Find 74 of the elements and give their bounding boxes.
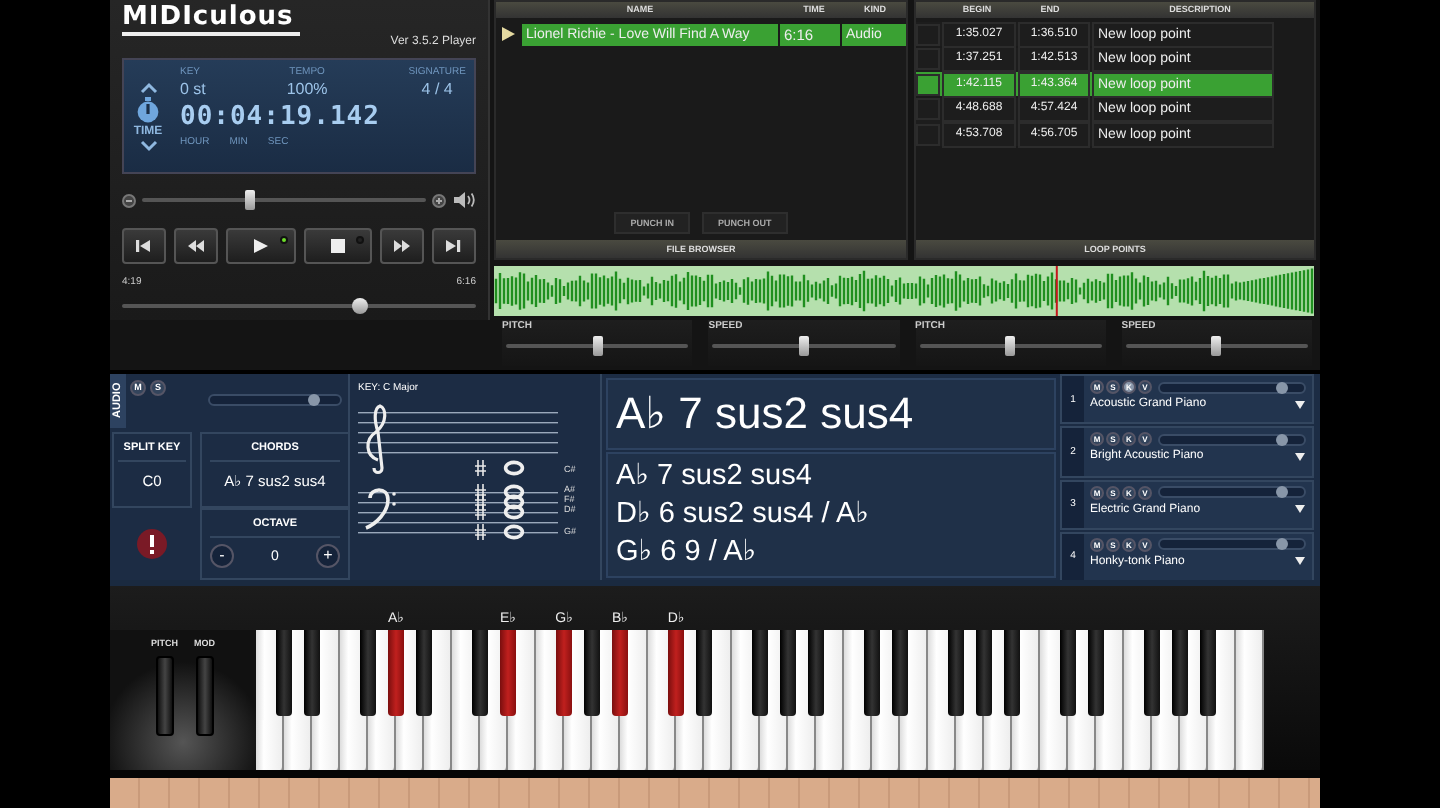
piano-key[interactable]: [1171, 630, 1189, 717]
piano-key[interactable]: [471, 630, 489, 717]
piano-key[interactable]: [891, 630, 909, 717]
rewind-icon: [186, 238, 207, 254]
app-logo: MIDIculous: [122, 4, 300, 36]
slider-thumb[interactable]: [592, 336, 603, 356]
play-button[interactable]: [226, 228, 295, 264]
track-slider[interactable]: [1158, 381, 1306, 393]
piano-key[interactable]: [807, 630, 825, 717]
chord-name: A♭ 7 sus2 sus4: [606, 378, 1056, 450]
piano-key[interactable]: [975, 630, 993, 717]
piano-key[interactable]: [499, 630, 517, 717]
piano-key[interactable]: [1143, 630, 1161, 717]
caret-icon: [1294, 556, 1306, 567]
minus-circle-icon: [122, 193, 136, 207]
piano-key[interactable]: [947, 630, 965, 717]
piano-key[interactable]: [275, 630, 293, 717]
audio-slider[interactable]: [208, 394, 342, 406]
increase-button[interactable]: +: [316, 544, 340, 568]
time-readout: 00:04:19.142: [180, 100, 382, 136]
slider-thumb[interactable]: [1005, 336, 1016, 356]
piano-key[interactable]: [1059, 630, 1077, 717]
slider-thumb[interactable]: [798, 336, 809, 356]
triangle-icon: [500, 26, 516, 42]
slider-thumb[interactable]: [351, 298, 368, 314]
track-slider[interactable]: [1158, 538, 1306, 551]
chord-alternative[interactable]: A♭ 7 sus2 sus4: [616, 458, 1046, 496]
rewind-button[interactable]: [174, 228, 219, 264]
piano-key[interactable]: [863, 630, 881, 717]
piano-key[interactable]: [667, 630, 685, 717]
piano-key[interactable]: [751, 630, 769, 717]
slider-thumb[interactable]: [308, 394, 320, 406]
slider-thumb[interactable]: [244, 190, 255, 210]
piano-key[interactable]: [359, 630, 377, 717]
skip-forward-button[interactable]: [431, 228, 476, 264]
play-icon: [250, 238, 271, 254]
plus-circle-icon: [432, 193, 446, 207]
dial-icon: [136, 95, 160, 123]
track-slider[interactable]: [1158, 486, 1306, 498]
slider-thumb[interactable]: [1276, 486, 1289, 498]
chord-alternative[interactable]: D♭ 6 sus2 sus4 / A♭: [616, 496, 1046, 534]
piano-key[interactable]: [387, 630, 405, 717]
stop-button[interactable]: [303, 228, 372, 264]
skip-forward-icon: [443, 238, 464, 254]
chord-alternative[interactable]: G♭ 6 9 / A♭: [616, 534, 1046, 572]
slider-thumb[interactable]: [1211, 336, 1222, 356]
warning-icon: [135, 528, 167, 560]
piano-key[interactable]: [1199, 630, 1217, 717]
piano-key[interactable]: [583, 630, 601, 717]
field-value: 4 / 4: [421, 80, 453, 100]
speaker-icon: [452, 190, 476, 210]
track-slider[interactable]: [1158, 433, 1306, 446]
piano-key[interactable]: [415, 630, 433, 717]
slider-thumb[interactable]: [1276, 433, 1289, 446]
slider-thumb[interactable]: [1276, 538, 1289, 551]
piano-key[interactable]: [1003, 630, 1021, 717]
piano-key[interactable]: [303, 630, 321, 717]
stop-icon: [327, 238, 348, 254]
fast-forward-icon: [391, 238, 412, 254]
caret-icon: [1294, 399, 1306, 409]
decrease-button[interactable]: -: [210, 544, 234, 568]
piano-key[interactable]: [611, 630, 629, 717]
skip-back-button[interactable]: [122, 228, 167, 264]
slider-thumb[interactable]: [1276, 381, 1289, 393]
field-value: 0 st: [180, 80, 206, 100]
field-value: 100%: [286, 80, 328, 100]
piano-key[interactable]: [695, 630, 713, 717]
fast-forward-button[interactable]: [379, 228, 424, 264]
piano-key[interactable]: [555, 630, 573, 717]
piano-key[interactable]: [1087, 630, 1105, 717]
piano-key[interactable]: [779, 630, 797, 717]
caret-icon: [1294, 451, 1306, 462]
caret-icon: [1294, 504, 1306, 514]
skip-back-icon: [134, 238, 155, 254]
